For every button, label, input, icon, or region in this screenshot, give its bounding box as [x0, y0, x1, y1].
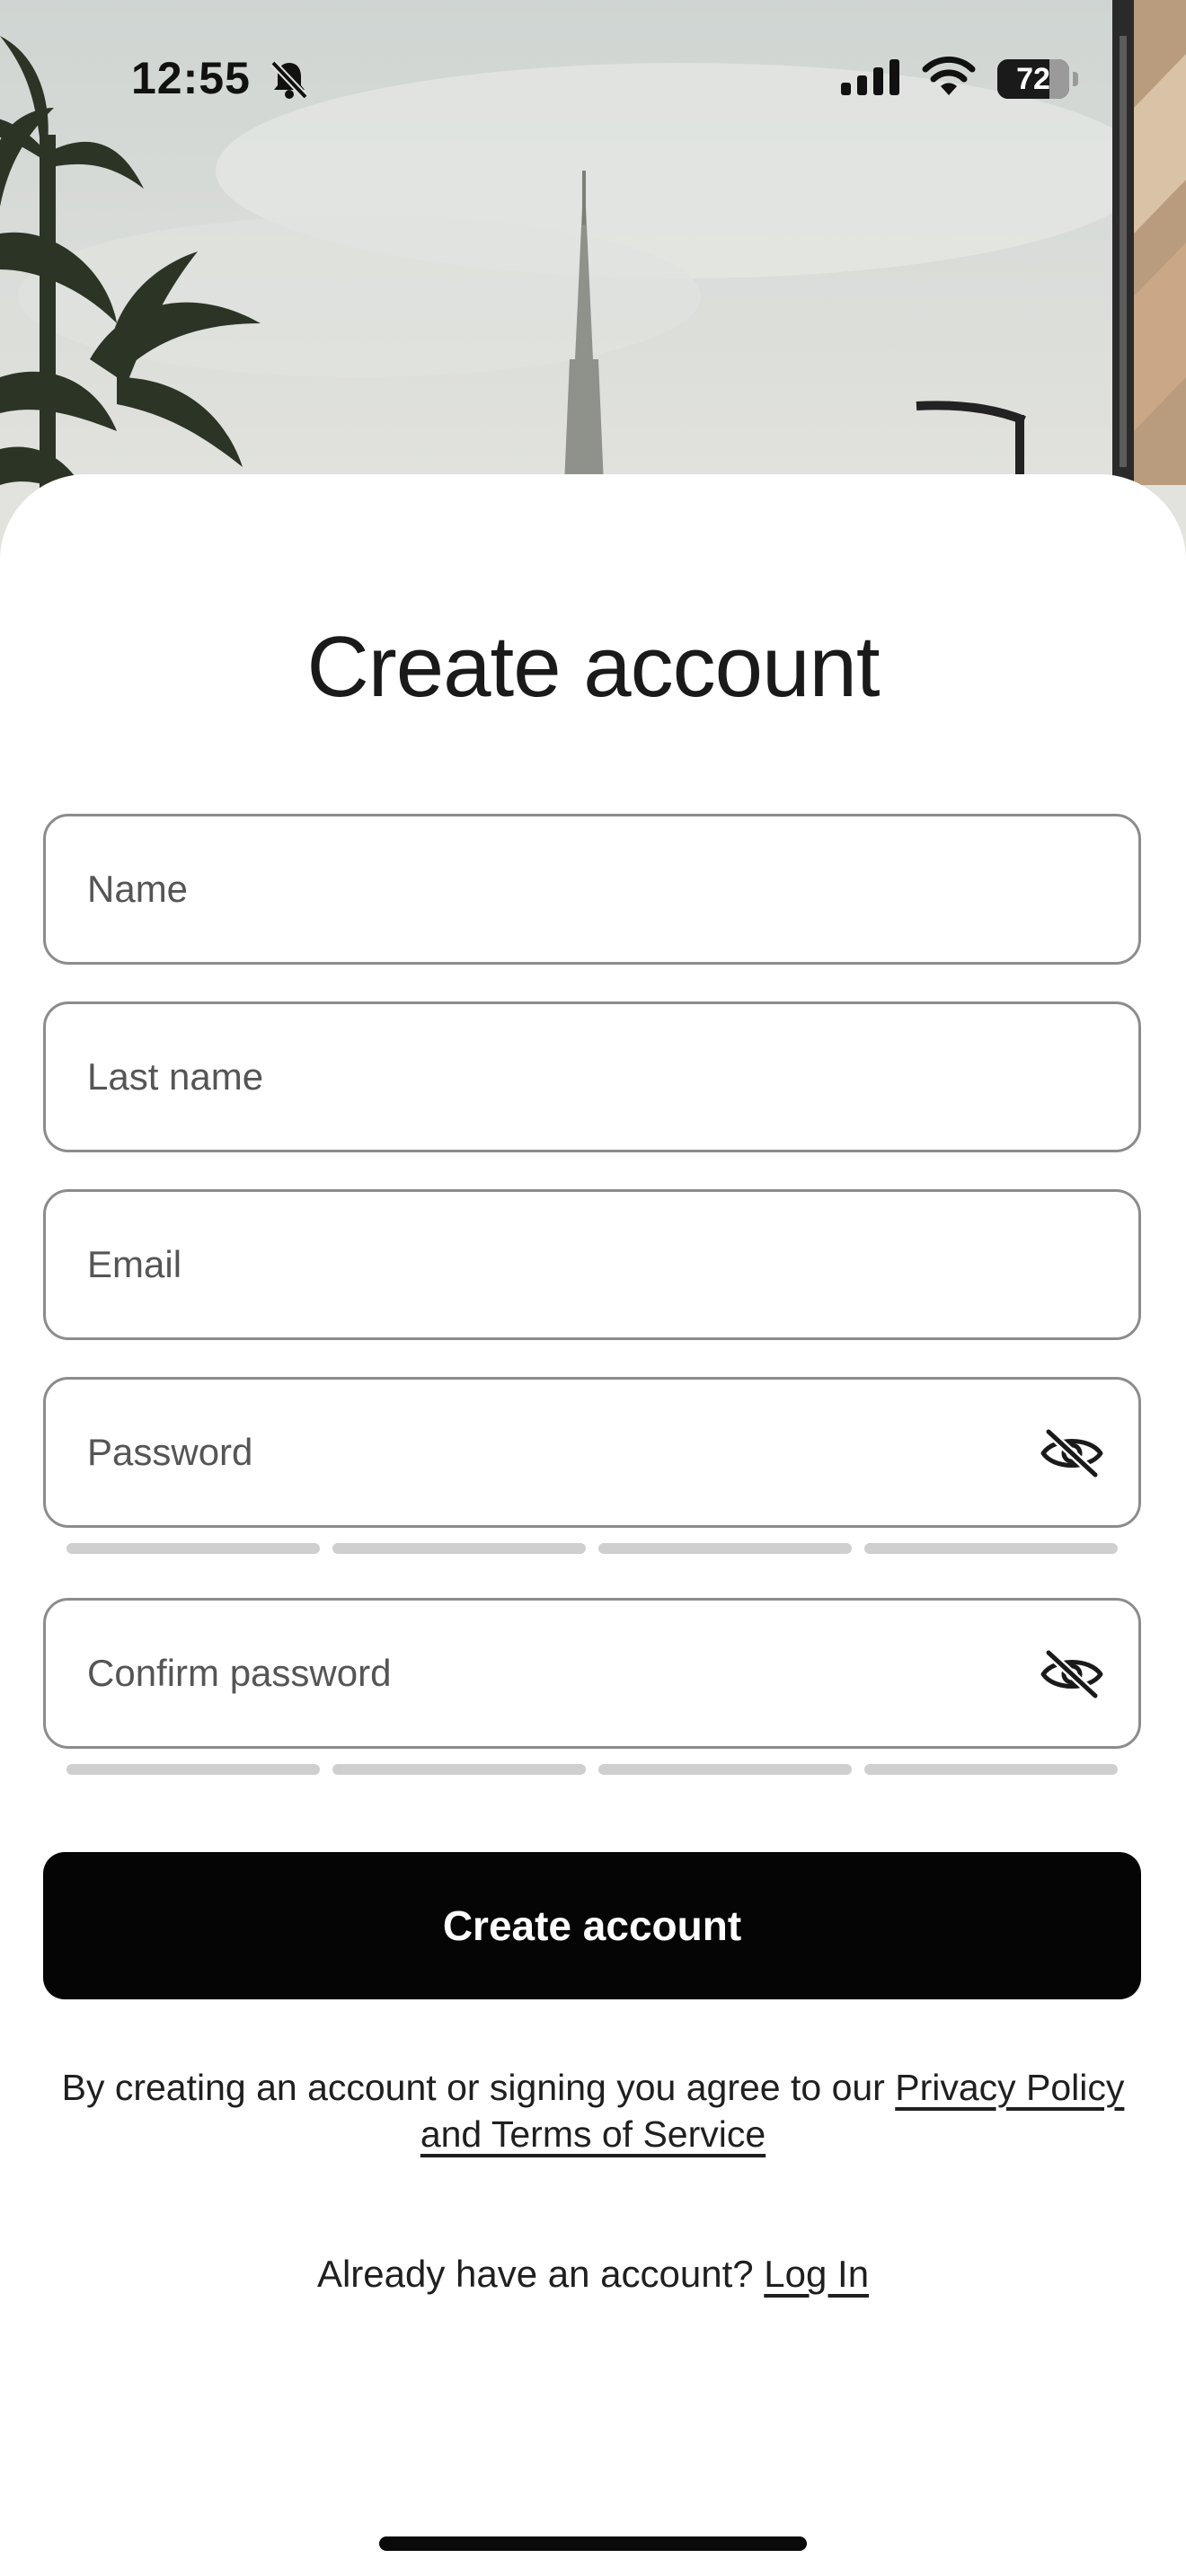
legal-text: By creating an account or signing you ag…: [61, 2067, 896, 2108]
confirm-password-field[interactable]: [43, 1598, 1141, 1749]
password-strength-meter: [66, 1543, 1121, 1554]
name-field[interactable]: [43, 814, 1141, 965]
name-input[interactable]: [87, 816, 1040, 962]
battery-level: 72: [1016, 62, 1050, 96]
strength-segment: [332, 1764, 586, 1775]
strength-segment: [598, 1764, 852, 1775]
create-account-button[interactable]: Create account: [43, 1852, 1141, 1999]
password-input[interactable]: [87, 1380, 1040, 1525]
cellular-signal-icon: [841, 59, 899, 95]
status-bar: 12:55 72: [0, 0, 1186, 162]
email-field[interactable]: [43, 1189, 1141, 1340]
bell-slash-icon: [270, 60, 308, 100]
legal-notice: By creating an account or signing you ag…: [27, 2064, 1159, 2157]
eye-slash-icon[interactable]: [1040, 1647, 1104, 1701]
confirm-password-strength-meter: [66, 1764, 1121, 1775]
strength-segment: [864, 1764, 1118, 1775]
strength-segment: [332, 1543, 586, 1554]
strength-segment: [598, 1543, 852, 1554]
login-prompt: Already have an account? Log In: [0, 2253, 1186, 2296]
strength-segment: [66, 1543, 320, 1554]
password-field[interactable]: [43, 1377, 1141, 1528]
log-in-link[interactable]: Log In: [764, 2253, 869, 2295]
eye-slash-icon[interactable]: [1040, 1426, 1104, 1480]
last-name-input[interactable]: [87, 1004, 1040, 1150]
page-title: Create account: [306, 619, 880, 715]
login-prompt-text: Already have an account?: [316, 2253, 765, 2295]
wifi-icon: [922, 56, 976, 95]
strength-segment: [864, 1543, 1118, 1554]
confirm-password-input[interactable]: [87, 1601, 1040, 1746]
home-indicator: [379, 2536, 807, 2551]
strength-segment: [66, 1764, 320, 1775]
last-name-field[interactable]: [43, 1001, 1141, 1152]
battery-icon: 72: [997, 59, 1078, 99]
status-time: 12:55: [131, 53, 251, 103]
email-input[interactable]: [87, 1192, 1040, 1337]
create-account-sheet: Create account Name Last name Email Crea…: [0, 474, 1186, 2576]
